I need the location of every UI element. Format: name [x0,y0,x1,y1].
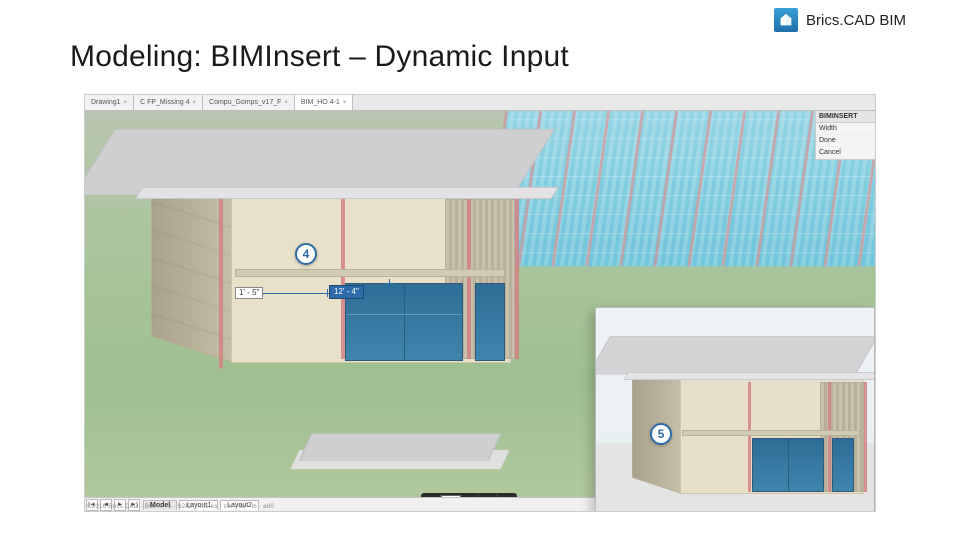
command-panel-header: BIMINSERT [816,111,875,123]
roof-fascia [135,187,558,199]
accent-column [828,382,831,492]
accent-column [219,184,223,369]
close-icon[interactable]: × [124,100,128,106]
inset-screenshot [595,307,875,512]
brand-logo-icon [774,8,798,32]
awning-strip [235,269,505,277]
document-tab[interactable]: C FP_Missing 4 × [134,95,203,110]
main-screenshot: Drawing1× C FP_Missing 4× Compu_Gomps_v1… [84,94,876,512]
storefront-window [752,438,824,492]
close-icon[interactable]: × [193,100,197,106]
accent-column [515,199,519,359]
document-tab-label: Compu_Gomps_v17_F [209,99,281,106]
close-icon[interactable]: × [284,100,288,106]
roof-plane [595,336,875,375]
dimension-input-active[interactable]: 12' - 4" [329,285,364,299]
dimension-readout: 1' - 5" [235,287,263,299]
roof-fascia [624,372,875,380]
inset-building [624,336,864,504]
step-callout-4: 4 [295,243,317,265]
accent-column [748,382,751,492]
step-callout-5: 5 [650,423,672,445]
dimension-tick [327,289,328,297]
dimension-tick [456,289,457,297]
command-options-panel: BIMINSERT Width Done Cancel [815,111,875,160]
footer-copyright: ©2016 Brics CAD · BIM 4 · 1 · b2iG · ims… [87,504,274,510]
accent-column [467,199,471,359]
slide-title: Modeling: BIMInsert – Dynamic Input [70,40,569,74]
roof-plane [85,129,555,195]
crosshair-icon [385,279,395,289]
side-window [475,283,505,361]
document-tab-label: C FP_Missing 4 [140,99,189,106]
close-icon[interactable]: × [343,100,347,106]
document-tab-label: Drawing1 [91,99,121,106]
command-option[interactable]: Done [816,135,875,147]
terrace-slab [299,434,502,461]
document-tab-bar: Drawing1× C FP_Missing 4× Compu_Gomps_v1… [85,95,875,111]
foreground-building [145,129,545,389]
document-tab[interactable]: Compu_Gomps_v17_F× [203,95,295,110]
side-window [832,438,854,492]
awning-strip [682,430,860,436]
brand-block: Brics.CAD BIM [774,8,906,32]
command-option[interactable]: Cancel [816,147,875,159]
document-tab[interactable]: BIM_HO 4-1× [295,95,353,110]
document-tab[interactable]: Drawing1× [85,95,134,110]
document-tab-label: BIM_HO 4-1 [301,99,340,106]
command-option[interactable]: Width [816,123,875,135]
brand-text: Brics.CAD BIM [806,12,906,29]
accent-column [864,382,867,492]
